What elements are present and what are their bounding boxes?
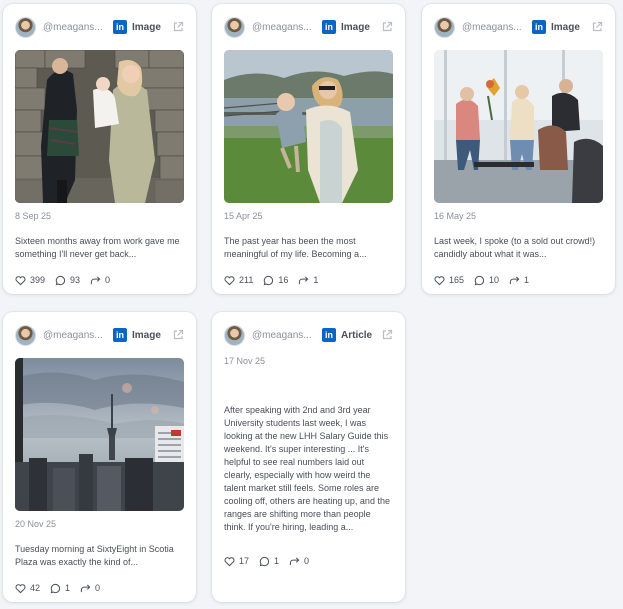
shares-stat: 1 bbox=[298, 275, 318, 286]
author-handle[interactable]: @meagans... bbox=[252, 330, 316, 341]
article-excerpt: After speaking with 2nd and 3rd year Uni… bbox=[224, 405, 390, 532]
heart-icon bbox=[224, 556, 235, 566]
post-card[interactable]: @meagans... in Image bbox=[3, 4, 196, 294]
comments-stat: 10 bbox=[474, 275, 499, 286]
shares-stat: 0 bbox=[80, 583, 100, 594]
post-image[interactable] bbox=[434, 50, 603, 203]
avatar[interactable] bbox=[224, 16, 245, 38]
likes-count: 399 bbox=[30, 275, 46, 285]
linkedin-icon: in bbox=[532, 20, 546, 34]
author-handle[interactable]: @meagans... bbox=[462, 22, 526, 33]
comment-icon bbox=[474, 275, 485, 285]
post-caption: The past year has been the most meaningf… bbox=[224, 236, 367, 259]
heart-icon bbox=[224, 275, 235, 285]
likes-stat: 42 bbox=[15, 583, 40, 594]
likes-count: 211 bbox=[239, 275, 254, 285]
comment-icon bbox=[55, 275, 66, 285]
post-header: @meagans... in Article bbox=[224, 324, 393, 346]
external-link-icon[interactable] bbox=[591, 21, 603, 33]
comments-count: 1 bbox=[274, 556, 280, 566]
post-date: 8 Sep 25 bbox=[15, 211, 52, 221]
share-icon bbox=[289, 556, 300, 565]
comments-stat: 93 bbox=[55, 275, 80, 286]
shares-count: 0 bbox=[304, 556, 310, 566]
post-card[interactable]: @meagans... in Image bbox=[3, 312, 196, 602]
post-image[interactable] bbox=[15, 358, 184, 511]
post-type-label: Image bbox=[551, 21, 580, 33]
post-type-label: Article bbox=[341, 329, 373, 341]
post-type-label: Image bbox=[132, 21, 161, 33]
author-handle[interactable]: @meagans... bbox=[43, 22, 107, 33]
post-date: 17 Nov 25 bbox=[224, 356, 266, 366]
comments-count: 1 bbox=[65, 583, 71, 593]
likes-stat: 399 bbox=[15, 275, 45, 286]
external-link-icon[interactable] bbox=[172, 329, 184, 341]
share-icon bbox=[299, 275, 309, 284]
post-caption: Tuesday morning at SixtyEight in Scotia … bbox=[15, 544, 174, 567]
likes-stat: 211 bbox=[224, 275, 253, 286]
linkedin-icon: in bbox=[113, 20, 127, 34]
post-image[interactable] bbox=[15, 50, 184, 203]
post-header: @meagans... in Image bbox=[15, 324, 184, 346]
post-header: @meagans... in Image bbox=[434, 16, 603, 38]
avatar[interactable] bbox=[15, 324, 36, 346]
avatar[interactable] bbox=[434, 16, 455, 38]
comments-count: 10 bbox=[489, 275, 500, 285]
author-handle[interactable]: @meagans... bbox=[252, 22, 316, 33]
post-caption: Last week, I spoke (to a sold out crowd!… bbox=[434, 236, 596, 259]
comments-stat: 1 bbox=[259, 556, 279, 567]
engagement-stats: 399 93 0 bbox=[15, 273, 184, 287]
post-card[interactable]: @meagans... in Image bbox=[422, 4, 615, 294]
shares-stat: 1 bbox=[509, 275, 529, 286]
heart-icon bbox=[15, 583, 26, 593]
shares-count: 1 bbox=[313, 275, 319, 285]
post-type-label: Image bbox=[341, 21, 370, 33]
comment-icon bbox=[264, 275, 274, 285]
comments-count: 93 bbox=[70, 275, 81, 285]
shares-count: 0 bbox=[105, 275, 111, 285]
post-header: @meagans... in Image bbox=[224, 16, 393, 38]
likes-stat: 17 bbox=[224, 556, 249, 567]
post-date: 15 Apr 25 bbox=[224, 211, 263, 221]
comments-stat: 16 bbox=[263, 275, 288, 286]
engagement-stats: 17 1 0 bbox=[224, 554, 393, 568]
post-date: 20 Nov 25 bbox=[15, 519, 57, 529]
author-handle[interactable]: @meagans... bbox=[43, 330, 107, 341]
shares-stat: 0 bbox=[289, 556, 309, 567]
linkedin-icon: in bbox=[322, 20, 336, 34]
post-caption: Sixteen months away from work gave me so… bbox=[15, 236, 180, 259]
likes-count: 165 bbox=[449, 275, 465, 285]
share-icon bbox=[90, 275, 101, 284]
share-icon bbox=[80, 583, 91, 592]
post-card[interactable]: @meagans... in Image 15 Apr 25 The past … bbox=[212, 4, 405, 294]
shares-stat: 0 bbox=[90, 275, 110, 286]
likes-count: 42 bbox=[30, 583, 41, 593]
post-date: 16 May 25 bbox=[434, 211, 477, 221]
engagement-stats: 211 16 1 bbox=[224, 273, 393, 287]
share-icon bbox=[509, 275, 520, 284]
comments-stat: 1 bbox=[50, 583, 70, 594]
likes-stat: 165 bbox=[434, 275, 464, 286]
post-header: @meagans... in Image bbox=[15, 16, 184, 38]
linkedin-icon: in bbox=[322, 328, 336, 342]
external-link-icon[interactable] bbox=[381, 21, 393, 33]
heart-icon bbox=[15, 275, 26, 285]
external-link-icon[interactable] bbox=[172, 21, 184, 33]
engagement-stats: 42 1 0 bbox=[15, 581, 184, 595]
avatar[interactable] bbox=[224, 324, 245, 346]
engagement-stats: 165 10 1 bbox=[434, 273, 603, 287]
linkedin-icon: in bbox=[113, 328, 127, 342]
shares-count: 1 bbox=[524, 275, 530, 285]
external-link-icon[interactable] bbox=[381, 329, 393, 341]
comments-count: 16 bbox=[278, 275, 289, 285]
likes-count: 17 bbox=[239, 556, 250, 566]
comment-icon bbox=[259, 556, 270, 566]
avatar[interactable] bbox=[15, 16, 36, 38]
post-card[interactable]: @meagans... in Article 17 Nov 25 After s… bbox=[212, 312, 405, 602]
post-type-label: Image bbox=[132, 329, 161, 341]
shares-count: 0 bbox=[95, 583, 101, 593]
post-image[interactable] bbox=[224, 50, 393, 203]
heart-icon bbox=[434, 275, 445, 285]
comment-icon bbox=[50, 583, 61, 593]
